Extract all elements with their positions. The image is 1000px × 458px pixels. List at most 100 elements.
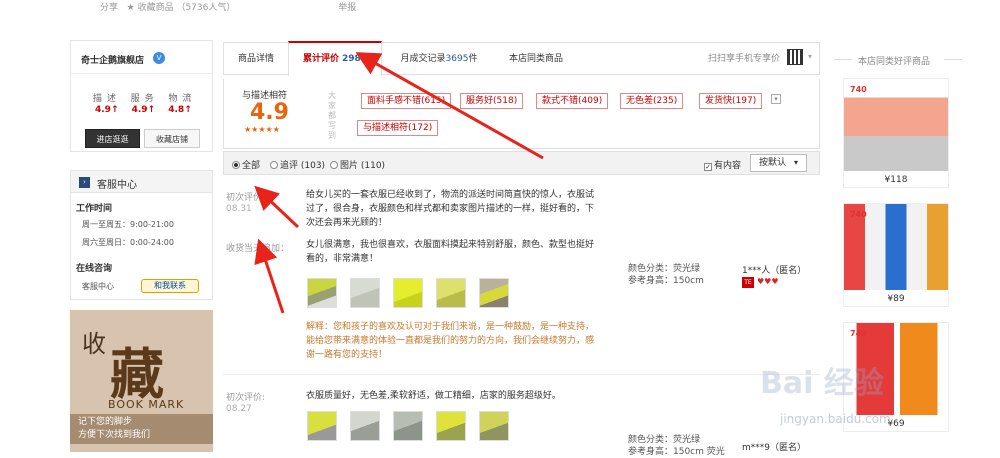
similar-products-title: 本店同类好评商品 — [858, 57, 931, 67]
shop-name[interactable]: 奇士企鹅旗舰店 — [81, 53, 144, 66]
review-photo-thumbnail[interactable] — [436, 411, 466, 441]
sku-color: 颜色分类：荧光绿 — [628, 264, 701, 274]
bookmark-line-1: 记下您的脚步 — [78, 417, 133, 427]
rating-side-label: 大家都写到 — [328, 91, 336, 140]
checkbox-icon: ✓ — [704, 163, 712, 171]
review-photo-thumbnail[interactable] — [393, 411, 423, 441]
score-label-service: 服 务 — [130, 94, 155, 104]
tab-sales-label: 月成交记录 — [400, 54, 446, 64]
review-photo-thumbnail[interactable] — [393, 278, 423, 308]
arrow-to-first-review — [254, 185, 300, 229]
review-sku: 颜色分类：荧光绿 参考身高：150cm 荧光 — [628, 434, 725, 458]
chevron-down-icon[interactable]: ▾ — [808, 52, 812, 61]
brand-logo: 740 — [850, 210, 867, 219]
service-center-header: › 客服中心 — [71, 171, 212, 193]
filter-all-label: 全部 — [242, 161, 261, 171]
review-first-label: 初次评价: — [226, 393, 266, 403]
review-date: 08.27 — [226, 404, 252, 414]
contact-me-button[interactable]: 和我联系 — [141, 279, 199, 293]
tab-reviews-label: 累计评价 — [302, 54, 339, 64]
report-link[interactable]: 举报 — [338, 3, 356, 13]
watermark-url: jingyan.baidu.com — [780, 412, 891, 426]
review-filter-bar: 全部 追评 (103) 图片 (110) ✓ 有内容 按默认 ▾ — [223, 151, 820, 175]
rating-summary: 与描述相符 4.9 ★★★★★ 大家都写到 — [223, 79, 820, 149]
impression-tag[interactable]: 与描述相符(172) — [357, 120, 439, 136]
review-photo-thumbnail[interactable] — [307, 278, 337, 308]
score-logistics: 4.8↑ — [168, 105, 192, 115]
review-text: 衣服质量好，无色差,柔软舒适，做工精细，店家的服务超级好。 — [306, 389, 616, 403]
reply-line: 解释：您和孩子的喜欢及认可对于我们来说，是一种鼓励，是一种支持， — [306, 322, 595, 332]
watermark-logo: Bai 经验 — [760, 366, 884, 401]
review-photo-thumbnail[interactable] — [479, 278, 509, 308]
expand-tags-icon[interactable]: ▾ — [771, 94, 781, 104]
review-date: 08.31 — [226, 204, 252, 214]
work-time-label: 工作时间 — [76, 204, 113, 214]
bookmark-caption: 记下您的脚步 方便下次找到我们 — [70, 414, 213, 444]
review-photo-thumbnail[interactable] — [350, 278, 380, 308]
tab-detail[interactable]: 商品详情 — [224, 43, 288, 76]
review-first-label: 初次评价: — [226, 193, 266, 203]
heart-rank-icon: ♥♥♥ — [757, 277, 779, 286]
filter-append[interactable]: 追评 (103) — [270, 158, 325, 171]
radio-icon — [330, 161, 338, 169]
divider — [223, 374, 820, 375]
filter-image-label: 图片 (110) — [340, 161, 386, 171]
arrow-to-append-review — [254, 238, 285, 314]
reviewer-name[interactable]: 1***人（匿名） — [742, 263, 806, 276]
divider — [71, 73, 212, 74]
review-photo-thumbnail[interactable] — [479, 411, 509, 441]
impression-tag[interactable]: 服务好(518) — [460, 93, 524, 109]
tab-mobile-price-label: 扫扫享手机专享价 — [707, 54, 780, 64]
tab-mobile-price[interactable]: 扫扫享手机专享价 — [702, 43, 786, 76]
impression-tag[interactable]: 款式不错(409) — [536, 93, 609, 109]
bookmark-banner[interactable]: 收 藏 BOOK MARK 记下您的脚步 方便下次找到我们 — [70, 310, 213, 452]
tab-sales-unit: 件 — [468, 54, 478, 64]
online-consult-label: 在线咨询 — [76, 264, 113, 274]
review-line: 次还会再来光顾的！ — [306, 218, 388, 228]
review-line: 过了，很合身，衣服颜色和样式都和卖家图片描述的一样，挺好看的，下 — [306, 204, 595, 214]
sku-color: 颜色分类：荧光绿 — [628, 435, 701, 445]
bookmark-english: BOOK MARK — [108, 398, 185, 411]
review-photo-thumbnail[interactable] — [436, 278, 466, 308]
tab-reviews[interactable]: 累计评价 2982 — [288, 41, 382, 76]
score-service: 4.9↑ — [131, 105, 156, 115]
qr-code-icon[interactable] — [787, 49, 803, 65]
impression-tag[interactable]: 发货快(197) — [699, 93, 763, 109]
service-center-title: 客服中心 — [97, 180, 137, 191]
reviewer-name[interactable]: m***9（匿名） — [742, 440, 806, 453]
reply-line: 能给您带来满意的体验一直都是我们的努力的方向，我们会继续努力，感 — [306, 336, 595, 346]
work-time-weekend: 周六至周日：0:00-24:00 — [82, 238, 174, 247]
review-sku: 颜色分类：荧光绿 参考身高：150cm — [628, 263, 704, 287]
tab-sales[interactable]: 月成交记录3695件 — [384, 43, 494, 76]
tab-same-shop-label: 本店同类商品 — [508, 54, 563, 64]
radio-icon — [270, 161, 278, 169]
shop-score-labels: 描 述 服 务 物 流 — [93, 91, 202, 104]
enter-shop-button[interactable]: 进店逛逛 — [85, 129, 140, 148]
review-line: 女儿很满意，我也很喜欢，衣服面料摸起来特别舒服，颜色、款型也挺好 — [306, 240, 595, 250]
product-card[interactable]: 740 ¥89 — [843, 203, 949, 307]
chevron-down-icon: ▾ — [794, 158, 799, 167]
filter-image[interactable]: 图片 (110) — [330, 158, 385, 171]
favorite-shop-button[interactable]: 收藏店铺 — [144, 129, 200, 148]
review-photo-thumbnail[interactable] — [307, 411, 337, 441]
service-center-panel: › 客服中心 工作时间 周一至周五：9:00-21:00 周六至周日：0:00-… — [70, 170, 213, 300]
product-card[interactable]: 740 ¥118 — [843, 78, 949, 188]
tab-same-shop[interactable]: 本店同类商品 — [496, 43, 576, 76]
divider — [944, 59, 962, 60]
review-photo-thumbnail[interactable] — [350, 411, 380, 441]
favorite-link[interactable]: 收藏商品 — [138, 3, 174, 13]
shop-panel: 奇士企鹅旗舰店 V 描 述 服 务 物 流 4.9↑ 4.9↑ 4.8↑ 进店逛… — [70, 40, 213, 152]
product-price: ¥118 — [884, 175, 908, 185]
impression-tag[interactable]: 面料手感不错(615) — [361, 93, 452, 109]
sku-height: 参考身高：150cm 荧光 — [628, 447, 725, 457]
has-content-checkbox[interactable]: ✓ 有内容 — [704, 158, 741, 171]
shop-scores: 4.9↑ 4.9↑ 4.8↑ — [95, 105, 202, 115]
filter-all[interactable]: 全部 — [232, 158, 260, 171]
brand-logo: 740 — [850, 329, 867, 338]
review-line: 看的，非常满意！ — [306, 254, 379, 264]
sort-select[interactable]: 按默认 ▾ — [750, 154, 807, 172]
tab-detail-label: 商品详情 — [237, 54, 274, 64]
sku-height: 参考身高：150cm — [628, 276, 704, 286]
impression-tag[interactable]: 无色差(235) — [620, 93, 684, 109]
share-link[interactable]: 分享 — [100, 3, 118, 13]
